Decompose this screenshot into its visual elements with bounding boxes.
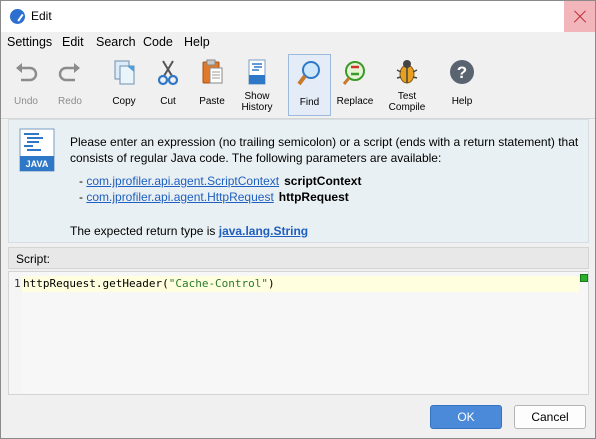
return-type-row: The expected return type is java.lang.St… [70, 224, 309, 238]
undo-label: Undo [14, 96, 38, 107]
replace-icon [342, 61, 365, 85]
test-compile-button[interactable]: Test Compile [383, 54, 431, 116]
java-history-icon [248, 59, 266, 85]
menu-edit[interactable]: Edit [62, 35, 84, 49]
redo-icon [58, 63, 80, 82]
title-bar: Edit [1, 1, 595, 32]
undo-icon [16, 63, 38, 82]
script-header: Script: [8, 247, 589, 269]
copy-icon [114, 60, 135, 85]
app-icon [10, 9, 25, 24]
param-name: httpRequest [278, 190, 349, 204]
scissors-icon [157, 60, 179, 86]
menu-settings[interactable]: Settings [7, 35, 52, 49]
close-button[interactable] [564, 1, 595, 32]
java-file-icon: JAVA [19, 128, 55, 172]
bug-icon [396, 60, 418, 84]
menu-bar: Settings Edit Search Code Help [1, 32, 595, 52]
toolbar: Undo Redo Copy Cut Paste Show History Fi… [1, 52, 595, 119]
help-icon: ? [450, 60, 474, 84]
undo-button[interactable]: Undo [5, 54, 47, 116]
find-button[interactable]: Find [288, 54, 331, 116]
menu-code[interactable]: Code [143, 35, 173, 49]
java-label: JAVA [26, 159, 49, 169]
magnifier-icon [296, 61, 320, 86]
param-row-httprequest: - com.jprofiler.api.agent.HttpRequest htt… [79, 190, 349, 204]
cancel-button[interactable]: Cancel [514, 405, 586, 429]
code-line[interactable]: httpRequest.getHeader("Cache-Control") [22, 276, 579, 292]
help-label: Help [451, 96, 473, 107]
param-name: scriptContext [284, 174, 362, 188]
svg-text:?: ? [457, 63, 467, 82]
script-label: Script: [16, 252, 51, 266]
menu-search[interactable]: Search [96, 35, 136, 49]
line-number: 1 [14, 277, 21, 290]
copy-button[interactable]: Copy [103, 54, 145, 116]
paste-button[interactable]: Paste [191, 54, 233, 116]
cut-label: Cut [160, 96, 176, 107]
redo-label: Redo [58, 96, 82, 107]
test-compile-label: Test Compile [388, 91, 426, 113]
ok-button[interactable]: OK [430, 405, 502, 429]
info-description: Please enter an expression (no trailing … [70, 135, 579, 165]
menu-help[interactable]: Help [184, 35, 210, 49]
compile-status-indicator [580, 274, 588, 282]
replace-label: Replace [336, 96, 374, 107]
show-history-button[interactable]: Show History [235, 54, 279, 116]
find-label: Find [299, 97, 320, 108]
clipboard-icon [202, 59, 223, 84]
param-type-link[interactable]: com.jprofiler.api.agent.HttpRequest [86, 190, 273, 204]
cut-button[interactable]: Cut [147, 54, 189, 116]
script-editor[interactable]: 1 httpRequest.getHeader("Cache-Control") [8, 271, 589, 395]
info-panel: JAVA Please enter an expression (no trai… [8, 119, 589, 243]
line-gutter: 1 [9, 272, 22, 394]
return-type-link[interactable]: java.lang.String [219, 224, 308, 238]
param-row-scriptcontext: - com.jprofiler.api.agent.ScriptContext s… [79, 174, 362, 188]
help-button[interactable]: ? Help [441, 54, 483, 116]
replace-button[interactable]: Replace [333, 54, 377, 116]
window-title: Edit [31, 9, 52, 23]
paste-label: Paste [199, 96, 225, 107]
redo-button[interactable]: Redo [49, 54, 91, 116]
show-history-label: Show History [241, 91, 273, 113]
copy-label: Copy [112, 96, 136, 107]
param-type-link[interactable]: com.jprofiler.api.agent.ScriptContext [86, 174, 279, 188]
edit-dialog: Edit Settings Edit Search Code Help Undo… [0, 0, 596, 439]
